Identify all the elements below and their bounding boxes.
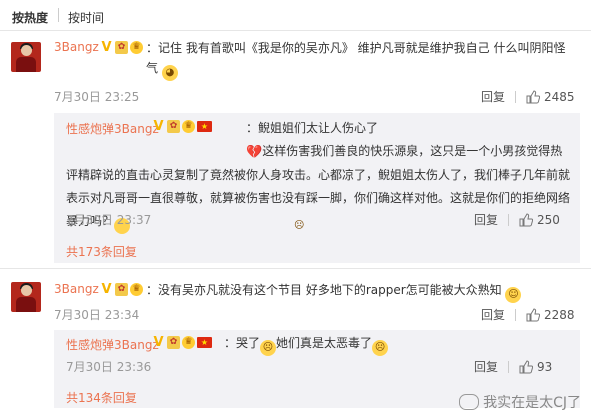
reply-button[interactable]: 回复 [481,88,505,105]
reply-text-part: 她们真是太恶毒了 [276,336,373,350]
crown-icon: ♛ [182,336,195,349]
crown-icon: ♛ [130,41,143,54]
sort-bar: 按热度 按时间 [0,0,591,31]
reply-button[interactable]: 回复 [481,306,505,323]
reply-user-badges: V ✿ ♛ ★ [152,336,212,349]
thumbs-up-icon [519,212,534,226]
reply-text-part: ：哭了 [224,336,261,350]
reply-button[interactable]: 回复 [474,211,498,228]
sort-separator [58,8,59,22]
like-count: 2288 [544,307,575,322]
verified-v-icon: V [153,335,164,350]
reply-time: 7月30日 23:37 [66,213,152,227]
verified-v-icon: V [101,282,112,297]
gift-icon: ✿ [167,336,180,349]
comment-text-content: ：没有吴亦凡就没有这个节目 好多地下的rapper怎可能被大众熟知 [146,283,502,297]
thumbs-up-icon [519,359,534,373]
comment-username[interactable]: 3Bangz [54,282,99,296]
thumbs-up-icon [526,307,541,321]
china-flag-icon: ★ [197,337,212,348]
broken-heart-icon: 💔 [246,145,263,160]
wechat-icon [459,394,480,410]
user-badges: V ✿ ♛ [100,283,143,296]
like-count: 93 [537,359,553,374]
reply-button[interactable]: 回复 [474,358,498,375]
comment-actions: 回复 2485 [481,88,575,105]
comment-actions: 回复 2288 [481,306,575,323]
comment-divider [0,268,591,269]
like-button[interactable]: 93 [519,360,552,374]
comment-username[interactable]: 3Bangz [54,40,99,54]
verified-v-icon: V [101,40,112,55]
action-separator [515,90,517,103]
reply-time: 7月30日 23:36 [66,360,152,374]
like-count: 250 [537,212,560,227]
like-count: 2485 [544,89,575,104]
more-replies-link[interactable]: 共173条回复 [66,243,137,260]
comment-time: 7月30日 23:34 [54,308,140,322]
action-separator [508,213,510,226]
smirk-emoji-icon: ◕ [161,65,178,81]
comment-text-content: ：记住 我有首歌叫《我是你的吴亦凡》 维护凡哥就是维护我自己 什么叫阴阳怪气 [146,41,566,75]
more-replies-link[interactable]: 共134条回复 [66,389,137,406]
thumbs-up-icon [526,89,541,103]
sort-by-hot-tab[interactable]: 按热度 [12,9,48,26]
watermark: 我实在是太CJ了 [459,392,581,412]
sad-face-emoji-icon: ☹ [260,340,277,356]
comment-time: 7月30日 23:25 [54,90,140,104]
reply-actions: 回复 250 [474,211,560,228]
reply-text: ：哭了 ☹ 她们真是太恶毒了 ☹ [224,333,574,356]
user-badges: V ✿ ♛ [100,41,143,54]
sort-by-time-tab[interactable]: 按时间 [68,9,104,26]
sad-face-emoji-icon: ☹ [372,340,389,356]
reply-username[interactable]: 性感炮弹3Bangz [66,336,159,353]
avatar[interactable] [11,282,41,312]
like-button[interactable]: 2288 [526,308,575,322]
like-button[interactable]: 2485 [526,90,575,104]
reply-text-part: ：鲵姐姐们太让人伤心了 [246,121,379,135]
grin-emoji-icon: ☺ [505,287,522,303]
reply-actions: 回复 93 [474,358,552,375]
gift-icon: ✿ [115,283,128,296]
comment-text: ：没有吴亦凡就没有这个节目 好多地下的rapper怎可能被大众熟知 ☺ [146,280,576,303]
gift-icon: ✿ [115,41,128,54]
action-separator [515,308,517,321]
avatar[interactable] [11,42,41,72]
crown-icon: ♛ [130,283,143,296]
action-separator [508,360,510,373]
watermark-text: 我实在是太CJ了 [483,395,581,411]
like-button[interactable]: 250 [519,213,560,227]
comment-text: ：记住 我有首歌叫《我是你的吴亦凡》 维护凡哥就是维护我自己 什么叫阴阳怪气 ◕ [146,38,576,81]
